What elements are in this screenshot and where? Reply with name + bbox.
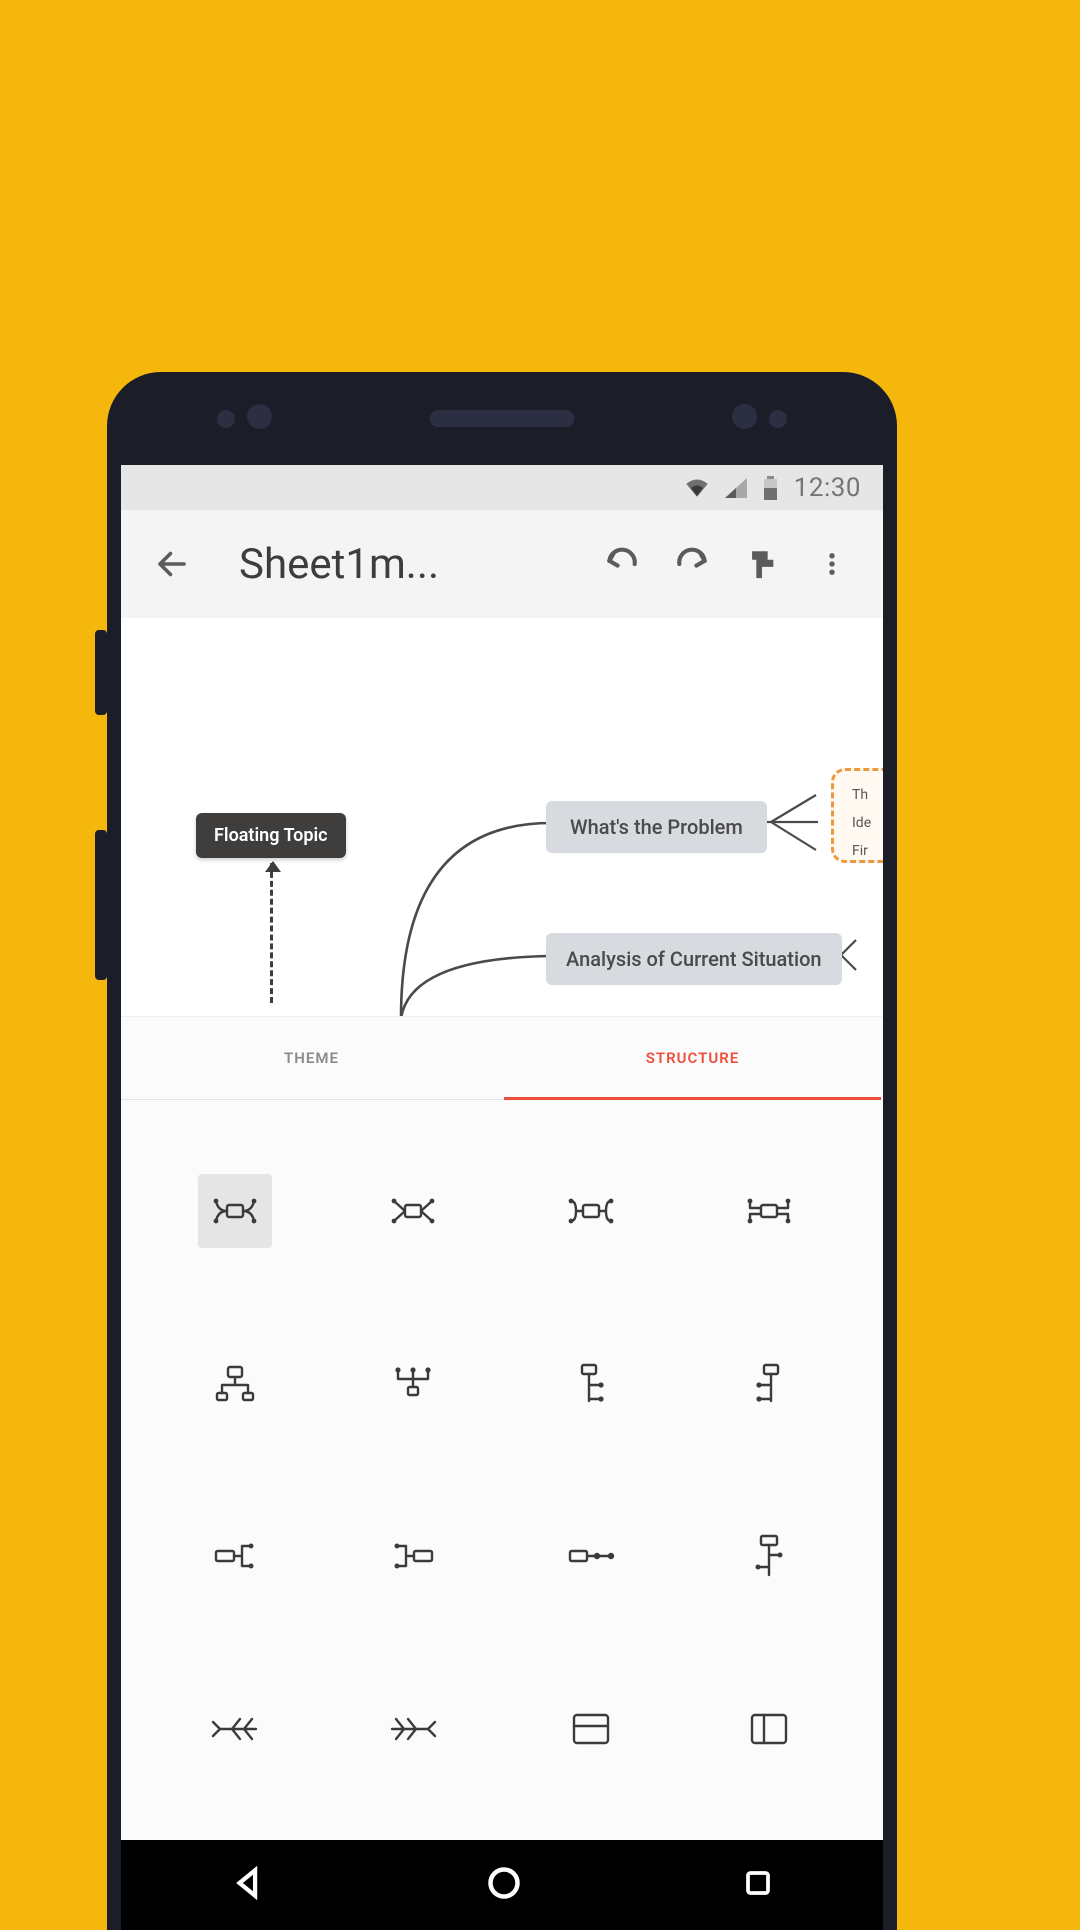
phone-sensor [217,410,235,428]
structure-option-fishbone-left[interactable] [151,1648,319,1811]
phone-speaker [430,410,575,427]
structure-option-matrix-cols[interactable] [685,1648,853,1811]
floating-topic-arrow [270,863,273,1003]
structure-panel: THEME STRUCTURE [121,1017,883,1840]
structure-option-map-1[interactable] [151,1130,319,1293]
structure-option-logic-2[interactable] [329,1475,497,1638]
screen: 12:30 Sheet1m... [121,465,883,1930]
battery-icon [763,476,778,500]
structure-option-fishbone-right[interactable] [329,1648,497,1811]
clock-text: 12:30 [794,473,861,503]
nav-home-button[interactable] [486,1865,522,1905]
tab-structure[interactable]: STRUCTURE [502,1017,883,1099]
nav-recent-button[interactable] [743,1868,773,1902]
floating-topic-node[interactable]: Floating Topic [196,813,346,858]
phone-side-button-2 [95,830,107,980]
phone-sensor [247,404,272,429]
structure-option-matrix-rows[interactable] [507,1648,675,1811]
mindmap-subnode[interactable]: Fir [852,837,883,863]
app-bar: Sheet1m... [121,510,883,618]
wifi-icon [685,478,709,498]
structure-grid [121,1100,883,1840]
mindmap-node-group[interactable]: Th Ide Fir [831,768,883,863]
mindmap-node-problem[interactable]: What's the Problem [546,801,767,853]
more-button[interactable] [799,531,865,597]
format-button[interactable] [729,531,795,597]
phone-bezel [107,372,897,465]
structure-option-logic-1[interactable] [151,1475,319,1638]
android-navbar [121,1840,883,1930]
structure-option-org-2[interactable] [329,1303,497,1466]
structure-option-map-3[interactable] [507,1130,675,1293]
structure-option-tree-1[interactable] [507,1303,675,1466]
mindmap-subnode[interactable]: Th [852,781,883,809]
status-bar: 12:30 [121,465,883,510]
phone-side-button-1 [95,630,107,715]
mindmap-canvas[interactable]: Floating Topic What's the Problem Analys… [121,618,883,1018]
structure-option-map-4[interactable] [685,1130,853,1293]
mindmap-node-analysis[interactable]: Analysis of Current Situation [546,933,842,985]
tab-theme[interactable]: THEME [121,1017,502,1099]
structure-option-timeline-2[interactable] [685,1475,853,1638]
redo-button[interactable] [659,531,725,597]
phone-sensor [769,410,787,428]
phone-sensor [732,404,757,429]
panel-tabs: THEME STRUCTURE [121,1017,883,1099]
back-button[interactable] [139,531,205,597]
phone-frame: 12:30 Sheet1m... [107,372,897,1930]
structure-option-map-2[interactable] [329,1130,497,1293]
structure-option-tree-2[interactable] [685,1303,853,1466]
structure-option-timeline-1[interactable] [507,1475,675,1638]
undo-button[interactable] [589,531,655,597]
mindmap-subnode[interactable]: Ide [852,809,883,837]
cellular-icon [725,478,747,498]
nav-back-button[interactable] [231,1866,265,1904]
document-title[interactable]: Sheet1m... [209,540,585,589]
structure-option-org-1[interactable] [151,1303,319,1466]
